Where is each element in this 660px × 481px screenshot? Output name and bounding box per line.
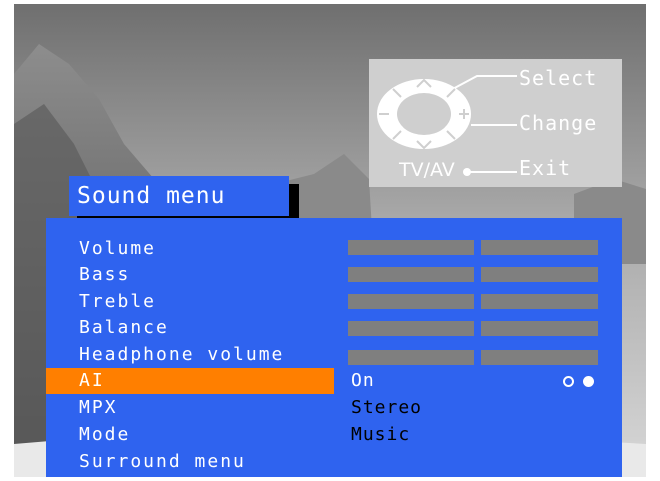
menu-title: Sound menu	[69, 176, 289, 216]
sound-menu-panel: Volume Bass Treble Balance Headphone vol…	[46, 218, 622, 477]
mpx-value: Stereo	[351, 397, 423, 418]
help-change-label: Change	[519, 111, 598, 135]
balance-bar-right[interactable]	[481, 321, 598, 336]
volume-bar-left[interactable]	[348, 240, 474, 255]
menu-item-surround-menu[interactable]: Surround menu	[79, 449, 246, 475]
treble-bar-left[interactable]	[348, 294, 474, 309]
treble-bar-right[interactable]	[481, 294, 598, 309]
menu-item-treble[interactable]: Treble	[79, 289, 156, 315]
headphone-volume-bar-right[interactable]	[481, 350, 598, 365]
balance-bar-left[interactable]	[348, 321, 474, 336]
help-select-label: Select	[519, 66, 598, 90]
radio-off-icon[interactable]	[563, 376, 574, 387]
remote-dpad-icon	[377, 78, 471, 150]
help-tvav-label: TV/AV	[399, 159, 455, 181]
tv-screen: Select Change Exit TV/AV Sound menu Volu…	[14, 4, 646, 477]
radio-on-icon[interactable]	[583, 376, 594, 387]
help-exit-label: Exit	[519, 156, 572, 180]
headphone-volume-bar-left[interactable]	[348, 350, 474, 365]
menu-item-mode[interactable]: Mode	[79, 422, 130, 448]
ai-value: On	[351, 370, 375, 391]
mode-value: Music	[351, 424, 411, 445]
menu-item-balance[interactable]: Balance	[79, 315, 169, 341]
bass-bar-right[interactable]	[481, 267, 598, 282]
menu-item-mpx[interactable]: MPX	[79, 395, 118, 421]
menu-item-ai[interactable]: AI	[79, 368, 105, 394]
menu-item-bass[interactable]: Bass	[79, 262, 130, 288]
remote-help-box: Select Change Exit TV/AV	[369, 59, 622, 187]
bass-bar-left[interactable]	[348, 267, 474, 282]
volume-bar-right[interactable]	[481, 240, 598, 255]
menu-item-volume[interactable]: Volume	[79, 236, 156, 262]
menu-item-headphone-volume[interactable]: Headphone volume	[79, 342, 284, 368]
